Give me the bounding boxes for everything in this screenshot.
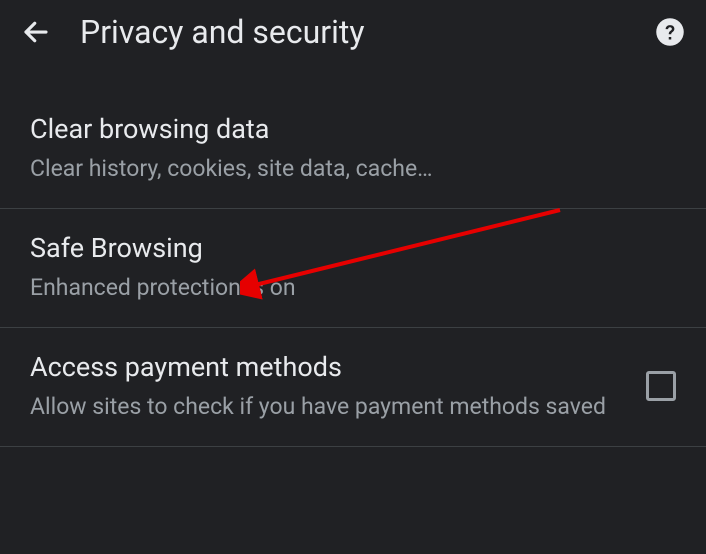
payment-methods-checkbox[interactable] — [646, 371, 676, 401]
safe-browsing-item[interactable]: Safe Browsing Enhanced protection is on — [0, 209, 706, 328]
help-icon — [655, 17, 685, 47]
item-text: Access payment methods Allow sites to ch… — [30, 350, 626, 422]
access-payment-methods-item[interactable]: Access payment methods Allow sites to ch… — [0, 328, 706, 447]
back-button[interactable] — [20, 16, 52, 48]
item-subtitle: Enhanced protection is on — [30, 272, 676, 303]
page-title: Privacy and security — [80, 13, 626, 51]
header: Privacy and security — [0, 0, 706, 64]
item-title: Clear browsing data — [30, 112, 676, 147]
item-subtitle: Allow sites to check if you have payment… — [30, 391, 626, 422]
arrow-left-icon — [21, 17, 51, 47]
item-title: Safe Browsing — [30, 231, 676, 266]
clear-browsing-data-item[interactable]: Clear browsing data Clear history, cooki… — [0, 90, 706, 209]
item-title: Access payment methods — [30, 350, 626, 385]
item-subtitle: Clear history, cookies, site data, cache… — [30, 153, 676, 184]
help-button[interactable] — [654, 16, 686, 48]
item-text: Clear browsing data Clear history, cooki… — [30, 112, 676, 184]
settings-list: Clear browsing data Clear history, cooki… — [0, 64, 706, 447]
item-text: Safe Browsing Enhanced protection is on — [30, 231, 676, 303]
